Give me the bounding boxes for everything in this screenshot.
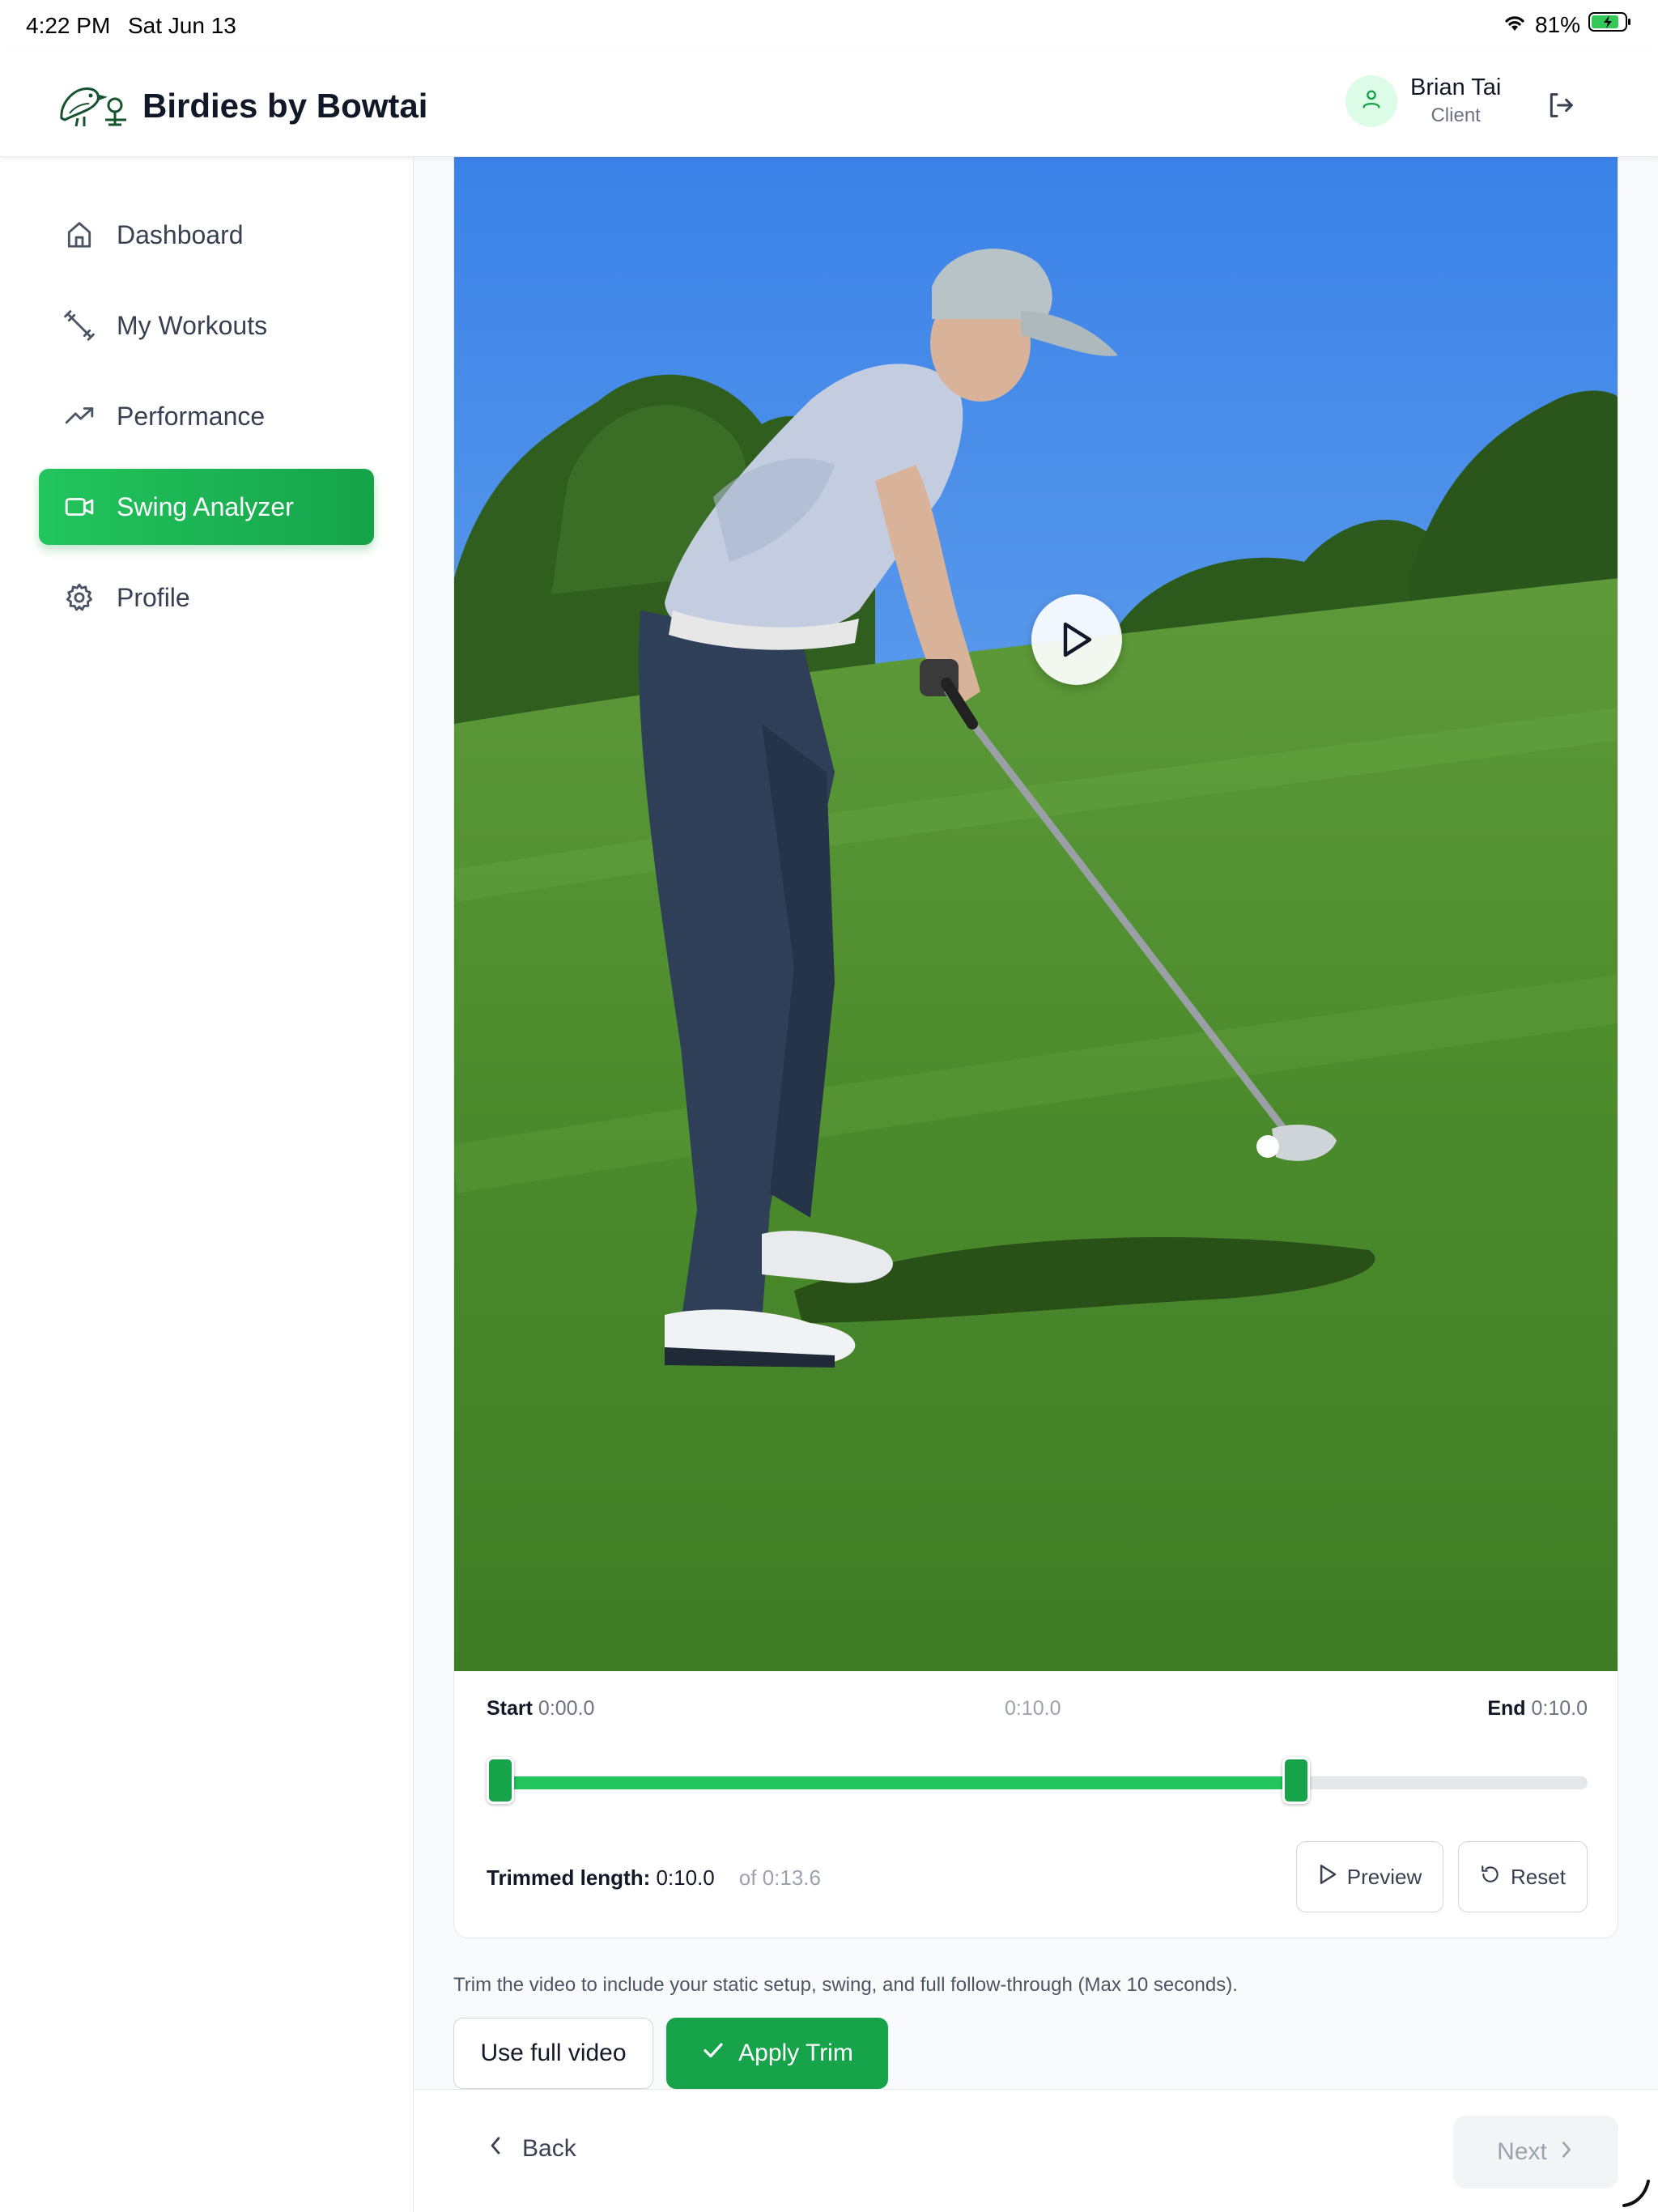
start-value: 0:00.0 — [538, 1697, 595, 1720]
main-content: Start 0:00.0 0:10.0 End 0:10.0 Trimmed l… — [414, 157, 1658, 2212]
avatar — [1346, 74, 1397, 127]
app-header: Birdies by Bowtai Brian Tai Client — [0, 52, 1658, 157]
trim-slider[interactable] — [487, 1757, 1588, 1806]
next-label: Next — [1497, 2138, 1547, 2165]
sidebar-item-label: Profile — [117, 582, 190, 612]
chevron-right-icon — [1558, 2138, 1575, 2166]
trim-card: Start 0:00.0 0:10.0 End 0:10.0 Trimmed l… — [453, 157, 1618, 1938]
status-time: 4:22 PM — [26, 13, 111, 38]
user-info: Brian Tai Client — [1410, 74, 1501, 127]
trimmed-length-value: 0:10.0 — [656, 1865, 715, 1890]
status-date: Sat Jun 13 — [128, 13, 236, 38]
apply-trim-button[interactable]: Apply Trim — [666, 2018, 888, 2089]
start-time: Start 0:00.0 — [487, 1697, 594, 1721]
user-icon — [1360, 87, 1383, 114]
sidebar-item-label: My Workouts — [117, 310, 268, 340]
video-icon — [63, 491, 96, 523]
play-icon — [1061, 621, 1093, 658]
total-length: of 0:13.6 — [738, 1865, 821, 1890]
play-icon — [1318, 1864, 1337, 1891]
trim-start-handle[interactable] — [487, 1757, 514, 1804]
sidebar-item-label: Dashboard — [117, 219, 244, 249]
sidebar-item-performance[interactable]: Performance — [39, 378, 374, 454]
brand[interactable]: Birdies by Bowtai — [53, 78, 427, 134]
trending-up-icon — [63, 400, 96, 432]
logout-icon[interactable] — [1545, 89, 1577, 121]
user-name: Brian Tai — [1410, 74, 1502, 100]
slider-range-fill — [487, 1776, 1296, 1789]
end-label: End — [1487, 1697, 1526, 1720]
current-time: 0:10.0 — [1005, 1697, 1061, 1720]
wifi-icon — [1503, 12, 1527, 38]
trimmed-length: Trimmed length: 0:10.0 of 0:13.6 — [487, 1865, 821, 1891]
start-label: Start — [487, 1697, 533, 1720]
bird-logo-icon — [53, 78, 131, 134]
sidebar: Dashboard My Workouts Performance Swing … — [0, 157, 414, 2212]
end-value: 0:10.0 — [1531, 1697, 1588, 1720]
battery-icon — [1588, 11, 1632, 38]
back-label: Back — [522, 2135, 576, 2162]
use-full-video-button[interactable]: Use full video — [453, 2018, 653, 2089]
user-menu[interactable]: Brian Tai Client — [1346, 74, 1501, 127]
reset-button[interactable]: Reset — [1458, 1841, 1588, 1912]
play-button[interactable] — [1031, 594, 1122, 685]
gear-icon — [63, 581, 96, 614]
reset-label: Reset — [1511, 1864, 1566, 1889]
check-icon — [701, 2038, 725, 2069]
dumbbell-icon — [63, 309, 96, 342]
back-button[interactable]: Back — [487, 2135, 576, 2163]
trim-time-labels: Start 0:00.0 0:10.0 End 0:10.0 — [487, 1697, 1588, 1729]
sidebar-item-my-workouts[interactable]: My Workouts — [39, 287, 374, 364]
apply-trim-label: Apply Trim — [738, 2040, 853, 2066]
resize-handle-icon — [1619, 2176, 1652, 2209]
trimmed-length-label: Trimmed length: — [487, 1865, 651, 1890]
video-player[interactable] — [454, 157, 1618, 1671]
next-button[interactable]: Next — [1453, 2116, 1618, 2189]
preview-button[interactable]: Preview — [1296, 1841, 1443, 1912]
status-bar: 4:22 PM Sat Jun 13 81% — [0, 0, 1658, 52]
user-role: Client — [1431, 104, 1481, 126]
video-frame — [454, 157, 1618, 1671]
sidebar-item-label: Swing Analyzer — [117, 491, 294, 521]
trim-summary-row: Trimmed length: 0:10.0 of 0:13.6 Preview … — [487, 1841, 1588, 1914]
end-time: End 0:10.0 — [1487, 1697, 1588, 1721]
brand-title: Birdies by Bowtai — [142, 86, 428, 125]
battery-percent: 81% — [1534, 11, 1580, 37]
preview-label: Preview — [1346, 1864, 1422, 1889]
home-icon — [63, 219, 96, 251]
sidebar-item-swing-analyzer[interactable]: Swing Analyzer — [39, 469, 374, 545]
sidebar-item-profile[interactable]: Profile — [39, 559, 374, 636]
trim-hint: Trim the video to include your static se… — [453, 1974, 1238, 1996]
sidebar-item-label: Performance — [117, 401, 266, 431]
chevron-left-icon — [487, 2135, 504, 2163]
sidebar-item-dashboard[interactable]: Dashboard — [39, 197, 374, 273]
trim-end-handle[interactable] — [1282, 1757, 1310, 1804]
step-footer: Back Next — [414, 2089, 1658, 2212]
status-indicators: 81% — [1503, 11, 1632, 38]
reset-icon — [1480, 1864, 1501, 1891]
